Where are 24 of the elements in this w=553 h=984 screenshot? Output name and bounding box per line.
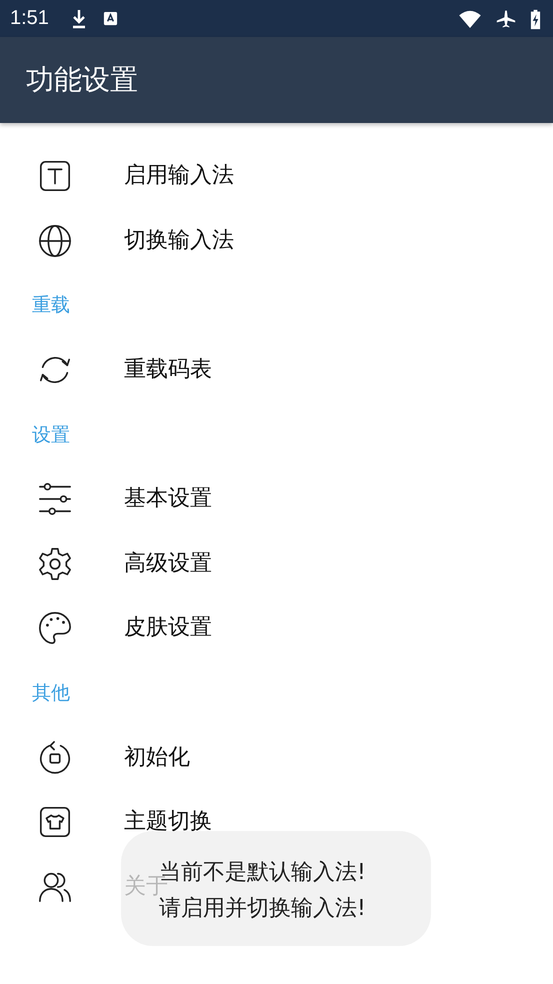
globe-icon bbox=[38, 224, 72, 258]
menu-item[interactable]: 皮肤设置 bbox=[124, 616, 212, 640]
sliders-icon bbox=[38, 482, 72, 516]
menu-item[interactable]: 切换输入法 bbox=[124, 228, 234, 253]
menu-item[interactable]: 主题切换 bbox=[124, 810, 212, 834]
reset-icon bbox=[38, 740, 72, 775]
menu-item[interactable]: 重载码表 bbox=[124, 358, 212, 382]
keyboard-notification-icon bbox=[102, 11, 118, 26]
section-header: 设置 bbox=[32, 422, 70, 448]
shirt-icon bbox=[38, 805, 72, 840]
menu-item[interactable]: 基本设置 bbox=[124, 487, 212, 512]
menu-item[interactable]: 高级设置 bbox=[124, 552, 212, 576]
app-title: 功能设置 bbox=[26, 62, 138, 98]
section-header: 重载 bbox=[32, 293, 70, 318]
airplane-icon bbox=[496, 8, 516, 30]
menu-item[interactable]: 启用输入法 bbox=[124, 164, 234, 188]
settings-icon bbox=[38, 546, 72, 581]
section-header: 其他 bbox=[32, 681, 70, 706]
battery-charging-icon bbox=[530, 8, 541, 30]
palette-icon bbox=[38, 611, 72, 646]
wifi-icon bbox=[458, 10, 482, 28]
menu-item[interactable]: 初始化 bbox=[124, 746, 190, 770]
status-time: 1:51 bbox=[10, 7, 49, 30]
text-box-icon bbox=[38, 159, 72, 194]
